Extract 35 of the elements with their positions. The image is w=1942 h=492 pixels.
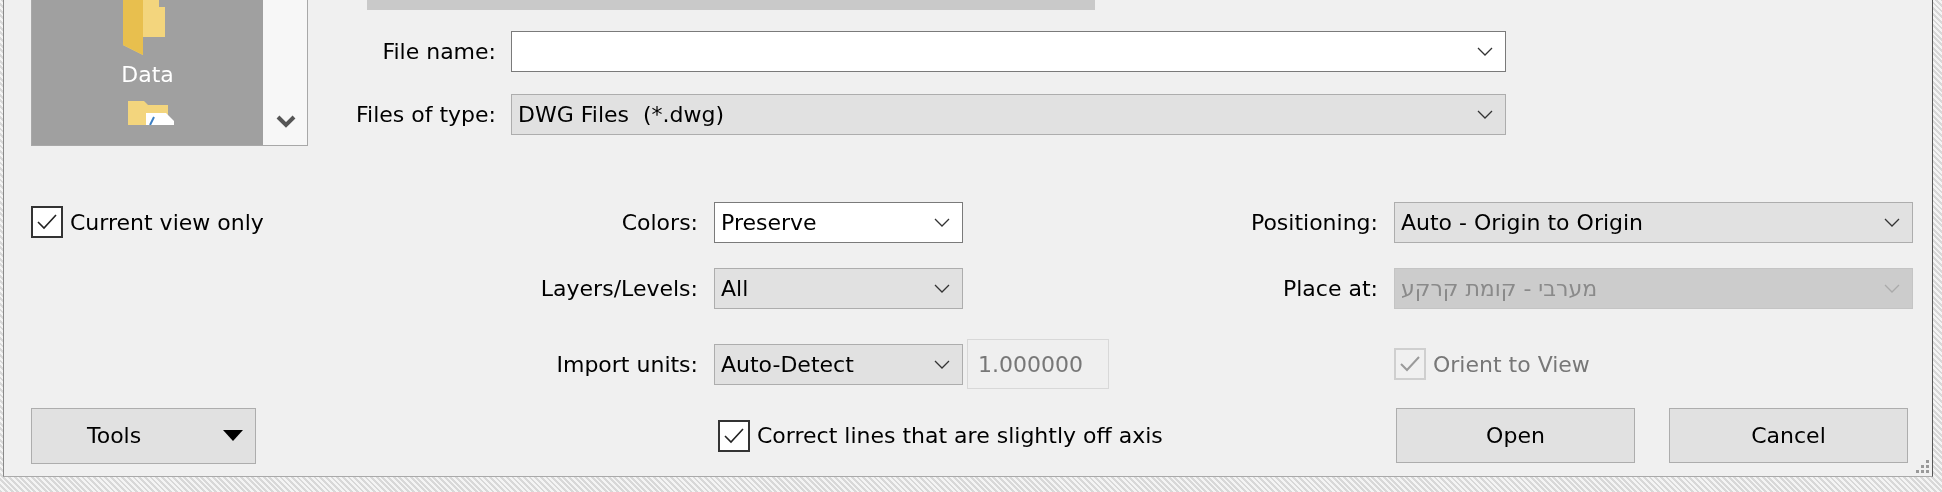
dropdown-arrow-icon [223,430,243,441]
checkbox[interactable] [31,206,63,238]
positioning-dropdown[interactable]: Auto - Origin to Origin [1394,201,1913,243]
checkmark-icon [1399,355,1421,373]
field-label: Import units: [556,351,698,377]
checkmark-icon [36,213,58,231]
resize-grip-icon[interactable] [1916,460,1930,474]
checkmark-icon [723,426,745,445]
chevron-down-icon [1884,284,1900,293]
scrollbar[interactable] [367,0,1095,10]
field-label: Layers/Levels: [540,276,698,301]
field-label: Colors: [621,209,698,235]
units-dropdown[interactable]: Auto-Detect [714,343,963,385]
chevron-down-icon [1884,217,1900,227]
layers-dropdown[interactable]: All [714,268,963,309]
colors-dropdown[interactable]: Preserve [714,201,963,243]
field-label: Files of type: [354,102,496,127]
tools-button[interactable]: Tools [31,407,256,464]
field-label: Place at: [1283,276,1378,301]
field-label: File name: [381,39,496,64]
chevron-down-icon [934,359,950,369]
file-name-field[interactable] [511,31,1506,72]
field-label: Positioning: [1250,209,1378,235]
cancel-button[interactable]: Cancel [1669,408,1908,463]
chevron-down-icon[interactable] [276,115,296,129]
checkbox[interactable] [718,419,750,452]
chevron-down-icon [1477,110,1493,119]
chevron-down-icon [934,217,950,227]
file-type-dropdown[interactable]: DWG Files (*.dwg) [511,94,1506,135]
chevron-down-icon [934,284,950,293]
chevron-down-icon [1477,47,1493,56]
checkbox-label[interactable]: Current view only [70,209,264,235]
scale-field[interactable]: 1.000000 [967,339,1109,389]
checkbox-label[interactable]: Correct lines that are slightly off axis [757,423,1163,448]
open-button[interactable]: Open [1396,408,1635,463]
